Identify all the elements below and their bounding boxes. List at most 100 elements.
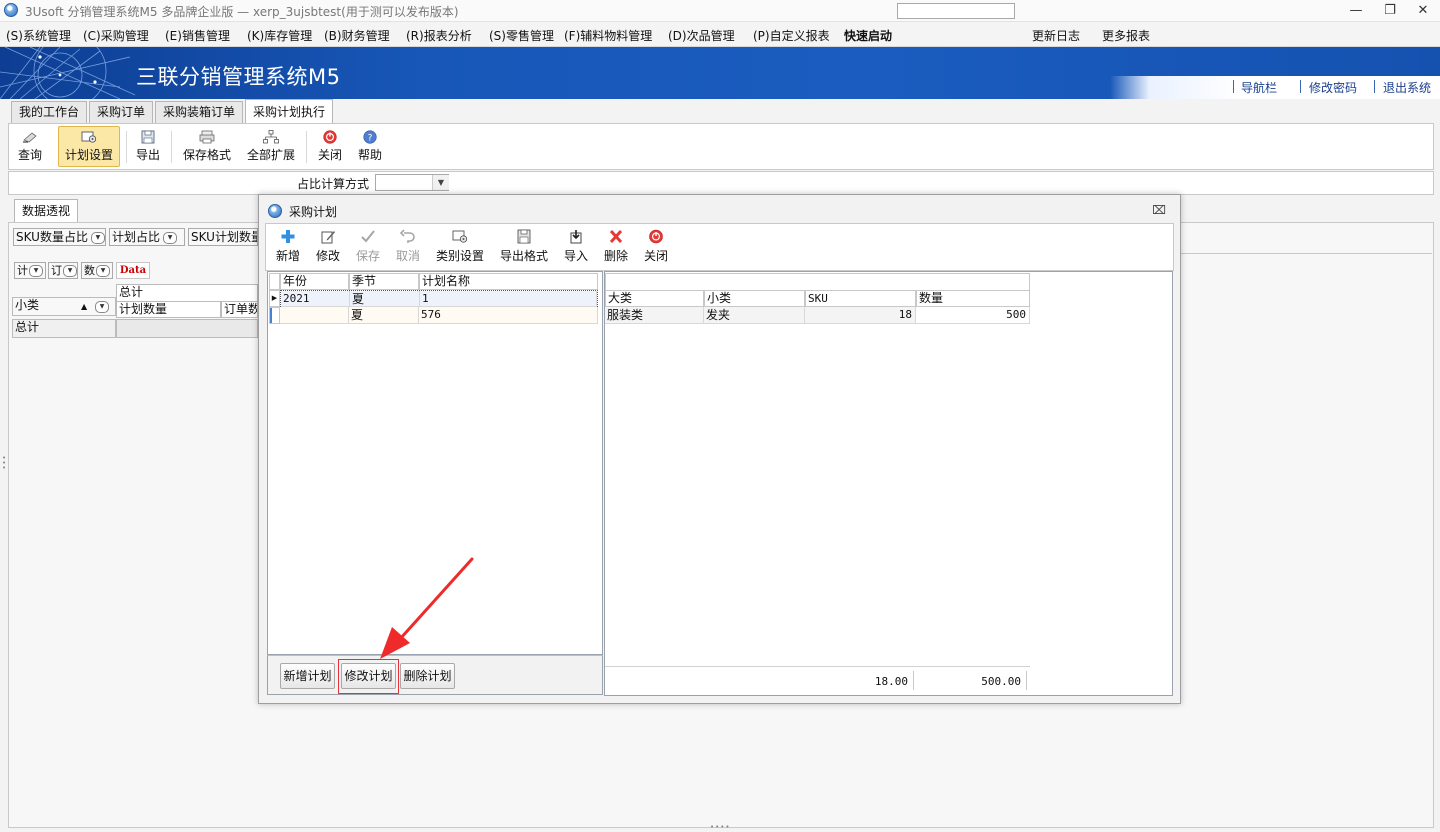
pivot-field-qty[interactable]: 数 ▼ [81, 262, 113, 279]
plan-settings-icon [81, 131, 97, 143]
grid-corner [269, 273, 280, 290]
pivot-row-field[interactable]: 小类 ▲ ▼ [12, 297, 116, 316]
nav-bar-link[interactable]: 导航栏 [1241, 79, 1277, 96]
tab-purchase-packing-order[interactable]: 采购装箱订单 [155, 101, 244, 123]
import-button[interactable]: 导入 [561, 229, 591, 269]
dropdown-arrow-icon[interactable]: ▼ [432, 175, 449, 190]
more-reports-link[interactable]: 更多报表 [1102, 27, 1150, 44]
update-log-link[interactable]: 更新日志 [1032, 27, 1080, 44]
minimize-icon[interactable]: — [1339, 0, 1373, 21]
table-row[interactable]: 2021 夏 1 [280, 290, 598, 307]
col-header-quantity[interactable]: 数量 [916, 290, 1030, 307]
close-icon[interactable]: ✕ [1406, 0, 1440, 21]
export-format-button[interactable]: 导出格式 [497, 229, 551, 269]
expand-all-button[interactable]: 全部扩展 [244, 127, 298, 167]
edit-label: 修改 [315, 249, 340, 263]
splitter-grip-icon[interactable]: • • • [2, 455, 6, 476]
table-row[interactable]: 服装类 发夹 18 500 [605, 307, 1030, 324]
pivot-field-sku-qty-ratio[interactable]: SKU数量占比 ▼ [13, 228, 106, 246]
pivot-col-plan-qty: 计划数量 [116, 301, 221, 318]
import-icon [570, 230, 582, 244]
col-header-major-category[interactable]: 大类 [605, 290, 704, 307]
edit-button[interactable]: 修改 [313, 229, 343, 269]
checkmark-icon [361, 230, 375, 243]
help-button[interactable]: ? 帮助 [354, 127, 386, 167]
menu-sales[interactable]: (E)销售管理 [165, 27, 230, 44]
menu-purchase[interactable]: (C)采购管理 [83, 27, 149, 44]
divider [1180, 253, 1432, 254]
menu-defects[interactable]: (D)次品管理 [668, 27, 735, 44]
tab-data-pivot[interactable]: 数据透视 [14, 199, 78, 223]
pivot-field-label: SKU计划数量 [191, 230, 258, 244]
chevron-down-icon[interactable]: ▼ [96, 265, 110, 277]
divider [1300, 80, 1301, 93]
dialog-app-icon [268, 204, 282, 218]
cancel-button[interactable]: 取消 [393, 229, 423, 269]
chevron-down-icon[interactable]: ▼ [29, 265, 43, 277]
exit-system-link[interactable]: 退出系统 [1383, 79, 1431, 96]
pivot-field-plan[interactable]: 计 ▼ [14, 262, 46, 279]
col-header-year[interactable]: 年份 [280, 273, 349, 290]
cell-major-category: 服装类 [605, 307, 704, 324]
menu-finance[interactable]: (B)财务管理 [324, 27, 390, 44]
cell-sku: 18 [805, 307, 916, 324]
delete-button[interactable]: 删除 [601, 229, 631, 269]
chevron-down-icon[interactable]: ▼ [95, 301, 109, 313]
add-button[interactable]: 新增 [273, 229, 303, 269]
col-header-minor-category[interactable]: 小类 [704, 290, 805, 307]
group-panel [605, 273, 1030, 290]
pivot-field-order[interactable]: 订 ▼ [48, 262, 78, 279]
chevron-down-icon[interactable]: ▼ [63, 265, 77, 277]
table-row[interactable]: 夏 576 [280, 307, 598, 324]
col-header-season[interactable]: 季节 [349, 273, 419, 290]
chevron-down-icon[interactable]: ▼ [90, 231, 105, 244]
cell-season: 夏 [350, 291, 420, 307]
filter-bar [8, 171, 1434, 195]
resize-grip-icon[interactable]: •••• [710, 823, 732, 831]
export-label: 导出 [135, 148, 160, 162]
col-header-plan-name[interactable]: 计划名称 [419, 273, 598, 290]
restore-icon[interactable]: ❐ [1373, 0, 1407, 21]
category-settings-button[interactable]: 类别设置 [433, 229, 487, 269]
help-icon: ? [363, 130, 377, 144]
tab-purchase-plan-execution[interactable]: 采购计划执行 [245, 99, 334, 124]
pivot-field-sku-plan-qty[interactable]: SKU计划数量 [188, 228, 258, 246]
pivot-field-label: 数 [84, 264, 95, 277]
pivot-field-plan-ratio[interactable]: 计划占比 ▼ [109, 228, 185, 246]
toolbar-divider [126, 131, 127, 163]
menu-reports[interactable]: (R)报表分析 [406, 27, 472, 44]
menu-custom-reports[interactable]: (P)自定义报表 [753, 27, 830, 44]
quick-start-input[interactable] [897, 3, 1015, 19]
save-button[interactable]: 保存 [353, 229, 383, 269]
query-button[interactable]: 查询 [12, 127, 48, 167]
tab-purchase-order[interactable]: 采购订单 [89, 101, 154, 123]
menu-inventory[interactable]: (K)库存管理 [247, 27, 312, 44]
menu-retail[interactable]: (S)零售管理 [489, 27, 554, 44]
save-format-icon [199, 130, 215, 144]
cell-year: 2021 [281, 291, 350, 307]
close-button[interactable]: 关闭 [314, 127, 346, 167]
divider [605, 666, 1030, 667]
col-header-sku[interactable]: SKU [805, 290, 916, 307]
save-format-button[interactable]: 保存格式 [180, 127, 234, 167]
chevron-down-icon[interactable]: ▼ [163, 231, 178, 244]
export-button[interactable]: 导出 [132, 127, 164, 167]
plan-settings-button[interactable]: 计划设置 [58, 126, 120, 167]
menu-accessories[interactable]: (F)辅料物料管理 [564, 27, 652, 44]
change-password-link[interactable]: 修改密码 [1309, 79, 1357, 96]
tree-expand-icon [263, 130, 279, 144]
tab-workbench[interactable]: 我的工作台 [11, 101, 88, 123]
dialog-close-button[interactable]: 关闭 [641, 229, 671, 269]
footer-sku-total: 18.00 [874, 675, 908, 688]
menu-system[interactable]: (S)系统管理 [6, 27, 71, 44]
pivot-field-label: 计划占比 [112, 230, 161, 244]
cell-plan-name: 576 [419, 307, 598, 324]
row-selector-icon: ▶ [269, 290, 280, 307]
sort-asc-icon: ▲ [81, 302, 88, 311]
add-plan-button[interactable]: 新增计划 [280, 663, 335, 689]
dialog-close-icon[interactable]: ⌧ [1152, 203, 1166, 217]
toolbar-divider [171, 131, 172, 163]
import-label: 导入 [563, 249, 588, 263]
pivot-field-label: 小类 [15, 298, 40, 312]
pivot-field-label: SKU数量占比 [16, 230, 88, 244]
